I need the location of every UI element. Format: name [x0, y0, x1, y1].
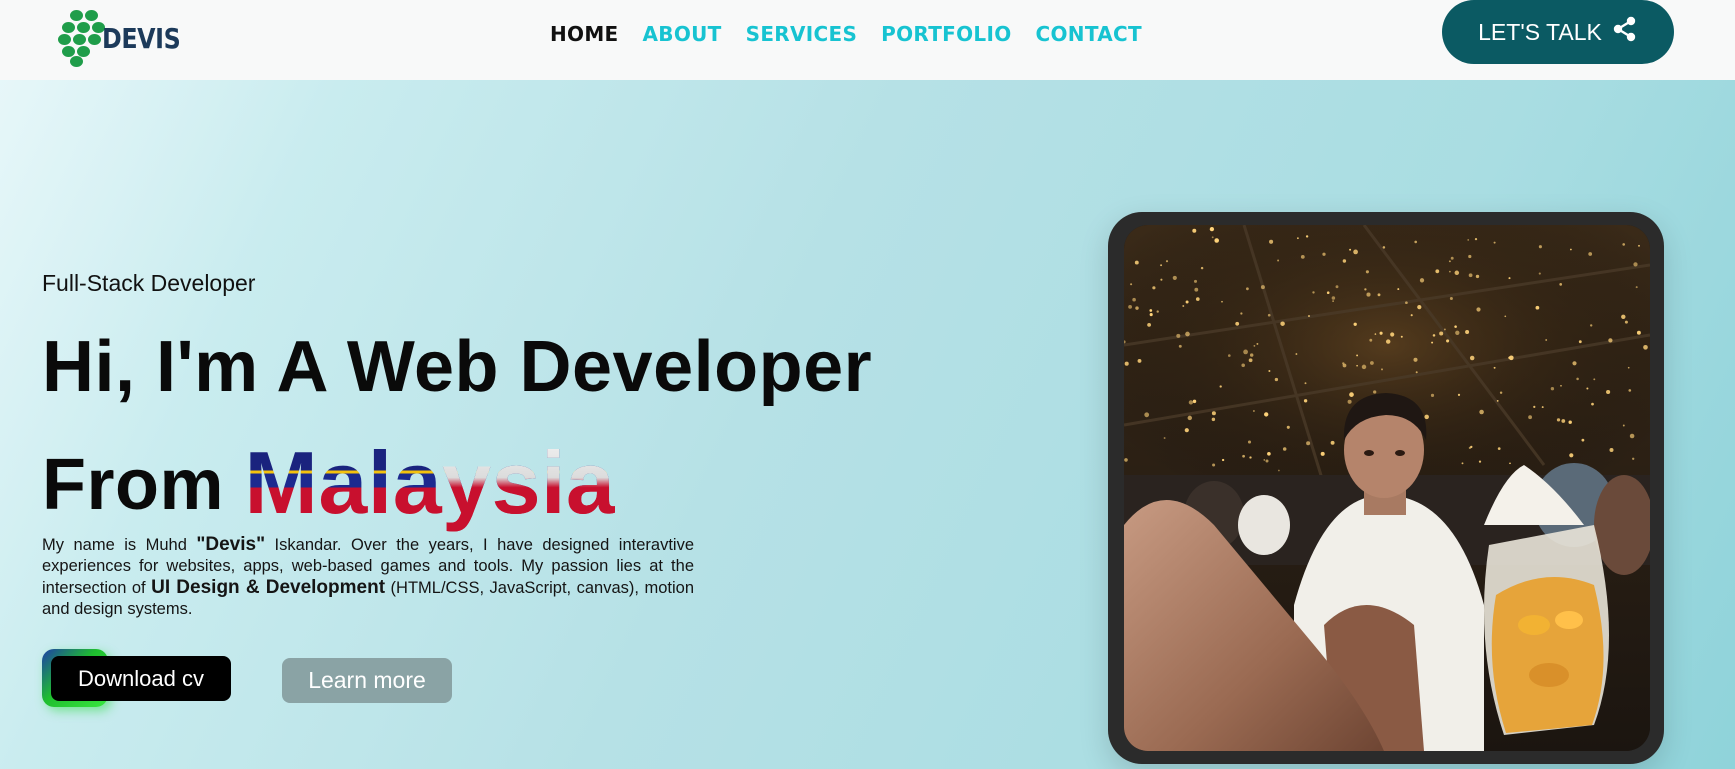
main-menu: HOME ABOUT SERVICES PORTFOLIO CONTACT	[550, 22, 1142, 46]
download-cv-button[interactable]: Download cv	[51, 656, 231, 701]
country-highlight-part-b: ysia	[442, 433, 616, 532]
country-highlight-part-a: Mala	[244, 433, 443, 532]
hero-headline-line2: From Malaysia	[42, 428, 616, 532]
nav-link-services[interactable]: SERVICES	[746, 22, 858, 46]
nav-link-about[interactable]: ABOUT	[643, 22, 722, 46]
nav-link-portfolio[interactable]: PORTFOLIO	[881, 22, 1011, 46]
bio-nickname: "Devis"	[196, 534, 266, 555]
profile-photo	[1124, 225, 1650, 751]
headline-prefix: From	[42, 445, 224, 525]
nav-link-home[interactable]: HOME	[550, 22, 619, 46]
country-highlight: Malaysia	[245, 433, 616, 532]
hero-subtitle: Full-Stack Developer	[42, 270, 256, 296]
profile-photo-frame	[1108, 212, 1664, 764]
share-icon	[1612, 16, 1638, 48]
top-nav: DEVIS HOME ABOUT SERVICES PORTFOLIO CONT…	[0, 0, 1735, 80]
brand-name: DEVIS	[102, 22, 181, 55]
brand-logo[interactable]: DEVIS	[58, 10, 188, 67]
hero-headline-line1: Hi, I'm A Web Developer	[42, 327, 873, 407]
logo-dots-icon	[58, 10, 108, 67]
bio-text-1: My name is Muhd	[42, 536, 197, 554]
download-cv-wrapper: Download cv	[42, 649, 232, 707]
nav-link-contact[interactable]: CONTACT	[1036, 22, 1142, 46]
bio-focus: UI Design & Development	[151, 577, 386, 598]
hero-bio: My name is Muhd "Devis" Iskandar. Over t…	[42, 534, 694, 620]
lets-talk-button[interactable]: LET'S TALK	[1442, 0, 1674, 64]
lets-talk-label: LET'S TALK	[1478, 18, 1602, 45]
learn-more-button[interactable]: Learn more	[282, 658, 452, 703]
